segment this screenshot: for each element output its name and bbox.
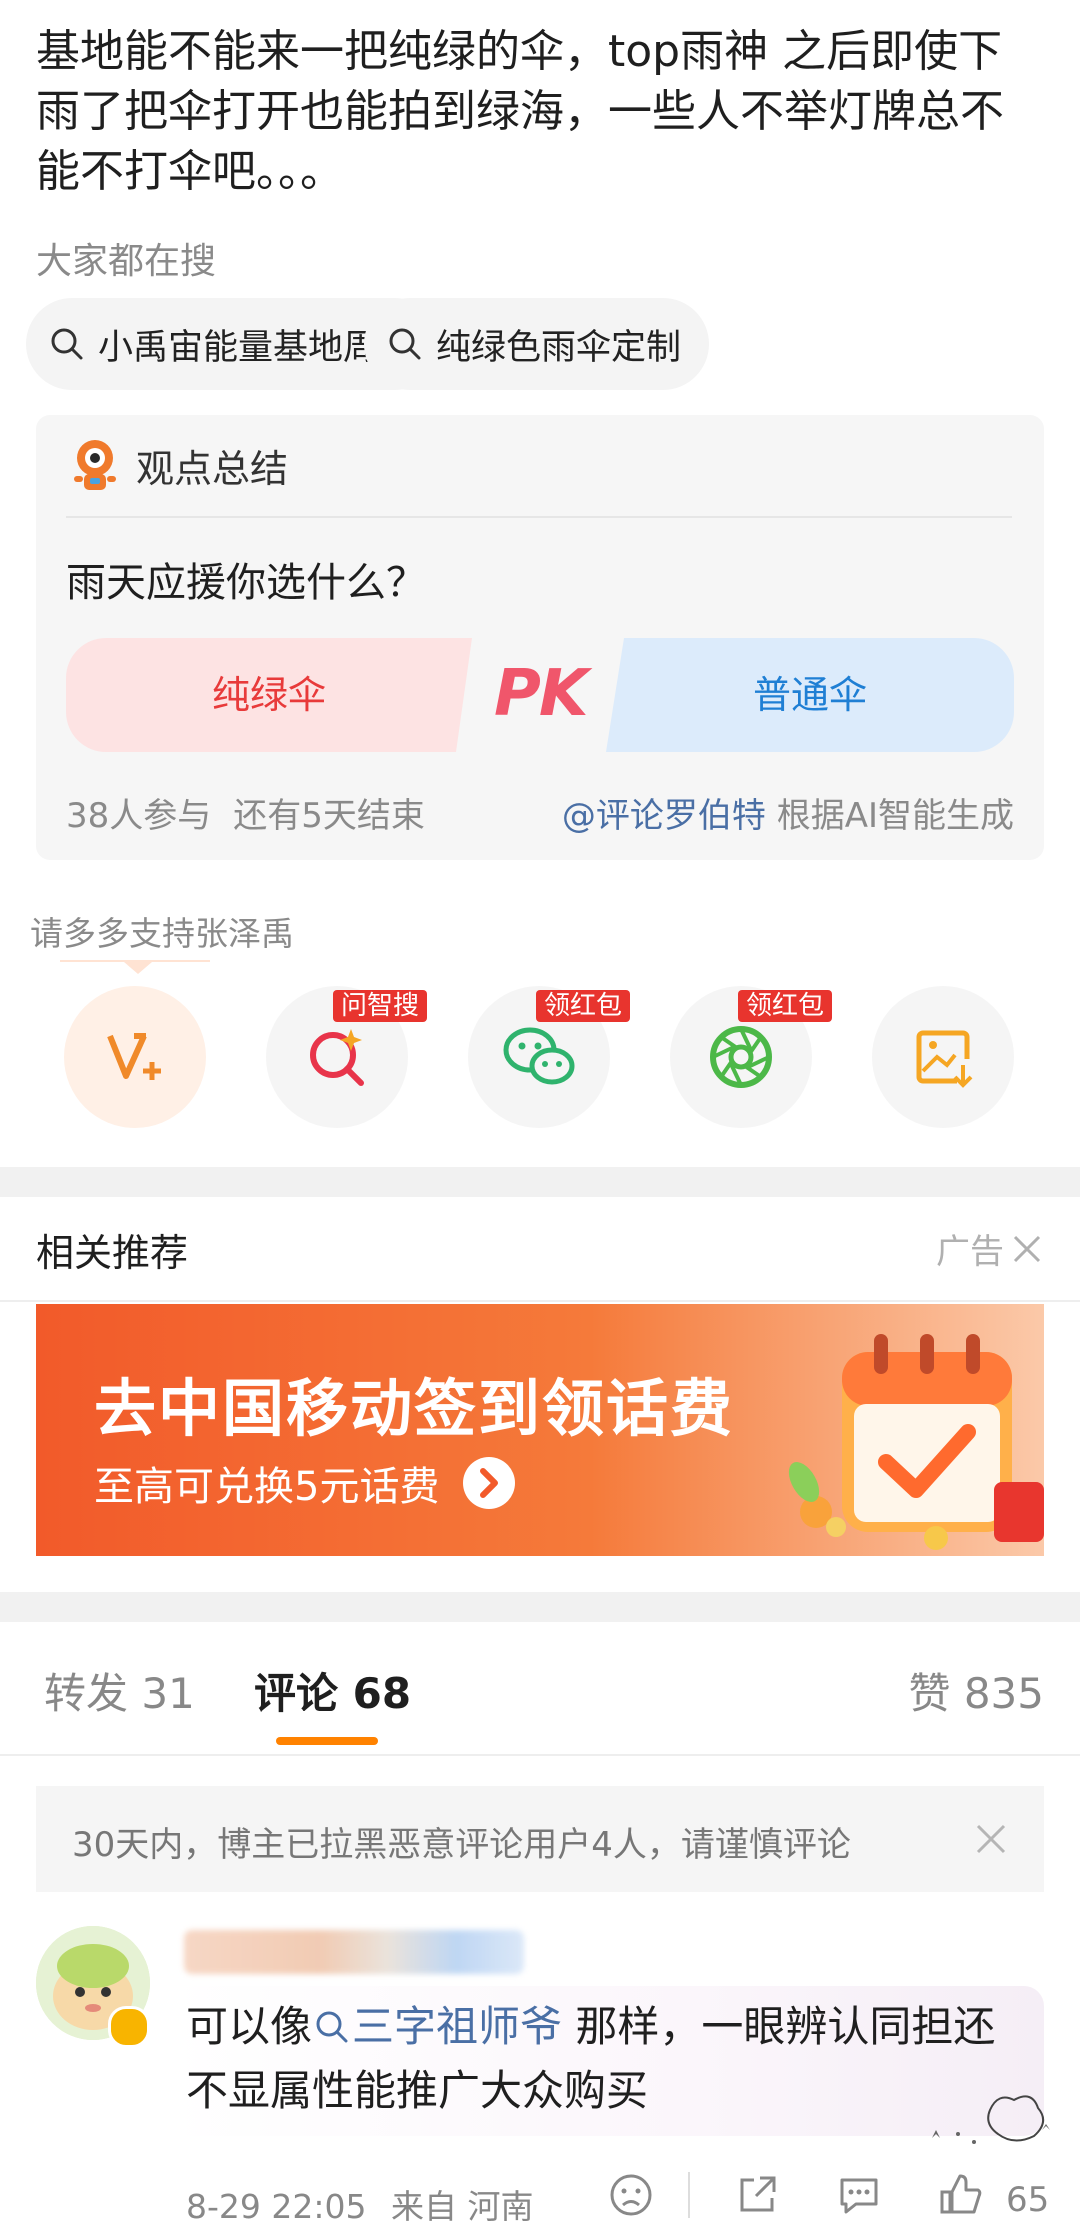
topic-link[interactable]: 三字祖师爷 (312, 2002, 562, 2051)
banner-title: 去中国移动签到领话费 (94, 1372, 735, 1445)
calendar-check-illustration (788, 1334, 1044, 1550)
comment-location: 来自 河南 (391, 2187, 534, 2226)
save-image-icon (916, 1030, 973, 1088)
credit-text: 根据AI智能生成 (776, 796, 1014, 836)
credit-author-link[interactable]: @评论罗伯特 (562, 796, 766, 836)
moments-badge: 领红包 (738, 990, 833, 1022)
search-link-icon (316, 2011, 348, 2043)
close-icon (1013, 1235, 1041, 1262)
cat-sticker-decoration (932, 2095, 1050, 2144)
banner-subtitle-text: 至高可兑换5元话费 (94, 1464, 440, 1510)
search-icon (51, 328, 83, 360)
wechat-icon (503, 1027, 575, 1085)
poll-stats: 38人参与 还有5天结束 (66, 788, 447, 837)
divider (66, 516, 1012, 518)
viewpoint-header: 观点总结 (70, 436, 288, 494)
save-image-button[interactable] (872, 986, 1014, 1128)
moments-icon (710, 1026, 772, 1088)
post-text: 基地能不能来一把纯绿的伞，top雨神 之后即使下雨了把伞打开也能拍到绿海，一些人… (36, 26, 1004, 197)
arrow-right-icon (463, 1457, 516, 1509)
vplus-button[interactable] (64, 986, 206, 1128)
search-chip-2[interactable]: 纯绿色雨伞定制 (364, 298, 710, 390)
notice-text: 30天内，博主已拉黑恶意评论用户4人，请谨慎评论 (72, 1825, 851, 1865)
comment-text-start: 可以像 (186, 2002, 313, 2051)
username-blurred[interactable] (184, 1930, 524, 1974)
wechat-badge: 领红包 (536, 990, 631, 1022)
poll-option-normal-umbrella[interactable]: 普通伞 (606, 638, 1014, 752)
topic-link-text: 三字祖师爷 (352, 2002, 563, 2051)
ai-search-icon (310, 1029, 364, 1086)
tab-comments[interactable]: 评论 68 (254, 1660, 411, 1721)
like-count: 65 (1006, 2180, 1050, 2220)
support-pointer (124, 962, 152, 974)
poll-question: 雨天应援你选什么？ (66, 560, 426, 606)
comment-text: 可以像 三字祖师爷 那样，一眼辨认同担还不显属性能推广大众购买 (186, 1995, 1026, 2123)
vplus-icon (107, 1033, 161, 1080)
banner-subtitle: 至高可兑换5元话费 (94, 1454, 517, 1512)
comment-notice: 30天内，博主已拉黑恶意评论用户4人，请谨慎评论 (36, 1786, 1044, 1892)
divider (0, 1754, 1080, 1756)
close-notice-icon[interactable] (974, 1822, 1008, 1856)
ad-banner[interactable]: 去中国移动签到领话费 至高可兑换5元话费 (36, 1304, 1044, 1556)
time-remaining: 还有5天结束 (233, 796, 425, 836)
ad-label: 广告 (936, 1232, 1004, 1272)
support-prompt: 请多多支持张泽禹 (30, 914, 294, 953)
related-title: 相关推荐 (36, 1231, 189, 1275)
pk-text: PK (494, 657, 588, 731)
like-thumb-icon[interactable] (938, 2172, 984, 2218)
search-icon (389, 328, 421, 360)
share-icon[interactable] (734, 2172, 780, 2218)
viewpoint-title: 观点总结 (136, 446, 289, 491)
vip-badge-icon (108, 2006, 150, 2048)
divider (0, 1300, 1080, 1302)
search-chip-label: 纯绿色雨伞定制 (436, 327, 682, 368)
trending-search-title: 大家都在搜 (36, 241, 217, 282)
ad-close-button[interactable]: 广告 (936, 1224, 1044, 1273)
tab-indicator (276, 1737, 378, 1745)
robot-mascot-icon (74, 440, 116, 490)
dislike-face-icon[interactable] (608, 2172, 654, 2218)
poll-option-green-umbrella[interactable]: 纯绿伞 (66, 638, 472, 752)
divider (688, 2172, 690, 2218)
poll-option-right-label: 普通伞 (752, 673, 867, 717)
comment-time: 8-29 22:05 (186, 2187, 367, 2226)
participant-count: 38人参与 (66, 796, 212, 836)
ai-credit: @评论罗伯特 根据AI智能生成 (562, 788, 1014, 837)
tab-likes[interactable]: 赞 835 (908, 1660, 1044, 1721)
poll-option-left-label: 纯绿伞 (211, 673, 326, 717)
reply-icon[interactable] (836, 2172, 882, 2218)
ai-search-badge: 问智搜 (333, 990, 428, 1022)
section-gap (0, 1592, 1080, 1622)
pk-label: PK (494, 657, 588, 731)
tab-repost[interactable]: 转发 31 (44, 1660, 195, 1721)
comment-meta: 8-29 22:05 来自 河南 (186, 2180, 534, 2228)
section-gap (0, 1167, 1080, 1197)
